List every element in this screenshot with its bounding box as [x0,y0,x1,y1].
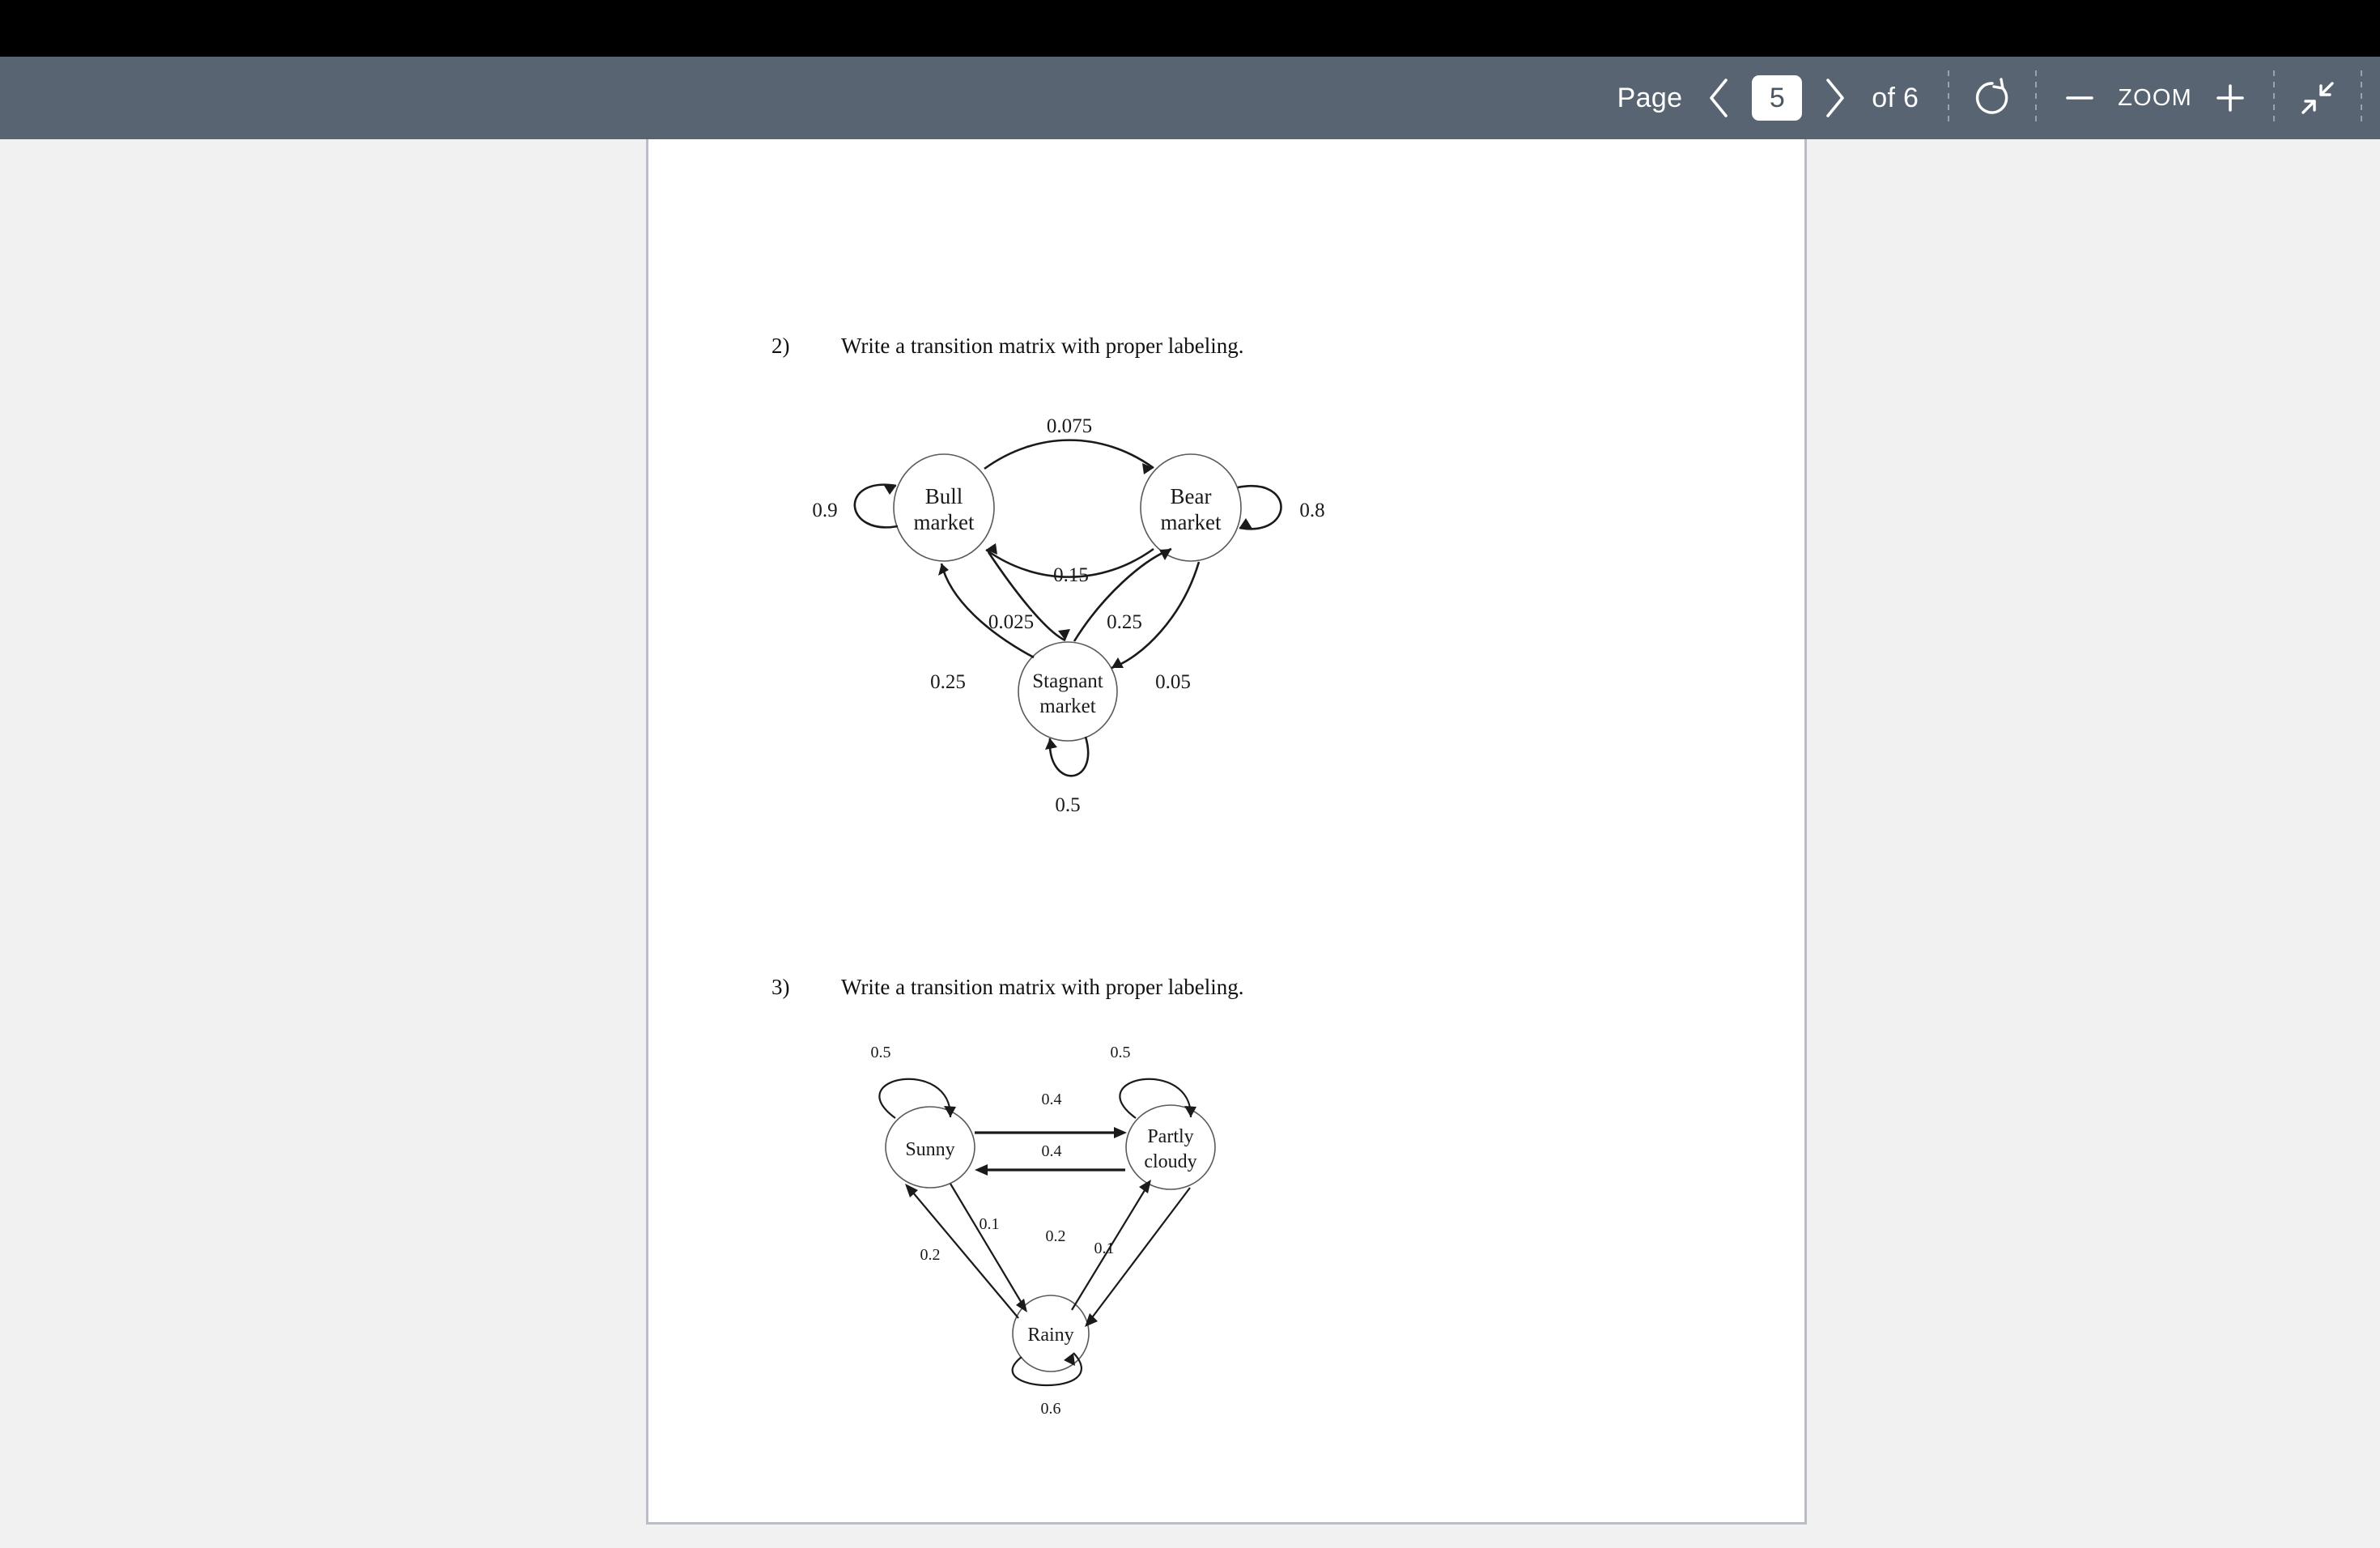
toolbar-divider-3 [2273,70,2275,125]
edge-label-bull-bear: 0.075 [1047,415,1092,437]
arrowhead-stagnant-stagnant [1045,738,1057,750]
edge-label-bull-stagnant: 0.025 [988,611,1034,633]
arrowhead-bear-bear [1239,518,1252,529]
node-partly-label-line1: Partly [1147,1126,1193,1147]
arrowhead-bull-bull [883,484,896,495]
edge-label-bear-stagnant: 0.05 [1155,671,1191,693]
edge-sunny-rainy [950,1183,1026,1309]
minus-icon[interactable] [2055,73,2105,123]
edge-label-stagnant-bear: 0.25 [1107,611,1142,633]
edge-label-bear-bear: 0.8 [1299,500,1324,521]
question-3-number: 3) [771,975,790,999]
arrowhead-stagnant-bull [938,563,949,576]
top-black-bar [0,0,2380,57]
edge-label-rainy-partly: 0.2 [1046,1227,1066,1245]
pdf-viewer-toolbar: Page 5 of 6 ZOOM [0,57,2380,139]
edge-label-sunny-sunny: 0.5 [871,1044,891,1061]
node-sunny-label: Sunny [905,1139,954,1160]
edge-bull-bear [984,439,1154,470]
node-rainy-label: Rainy [1027,1325,1073,1346]
question-3-text: Write a transition matrix with proper la… [841,975,1244,999]
edge-label-bear-bull: 0.15 [1053,564,1089,586]
toolbar-divider-1 [1948,70,1950,125]
toolbar-divider-4 [2361,70,2362,125]
node-partly-label-line2: cloudy [1144,1151,1196,1172]
edge-label-sunny-partly: 0.4 [1042,1091,1062,1108]
node-stagnant-label-line2: market [1039,695,1095,717]
arrowhead-partly-sunny [975,1164,988,1176]
edge-label-partly-partly: 0.5 [1111,1044,1131,1061]
arrowhead-bull-stagnant [1058,629,1070,640]
node-bull-label-line2: market [914,510,975,534]
edge-label-stagnant-bull: 0.25 [930,671,966,693]
arrowhead-sunny-partly [1114,1127,1127,1138]
zoom-label: ZOOM [2118,84,2192,111]
node-partly-cloudy [1125,1104,1216,1190]
document-page: 2) Write a transition matrix with proper… [646,139,1807,1525]
question-2-text: Write a transition matrix with proper la… [841,334,1244,358]
page-number-input[interactable]: 5 [1752,75,1803,121]
chevron-right-icon[interactable] [1810,73,1860,123]
node-bull-label-line1: Bull [925,484,963,508]
edge-stagnant-stagnant [1048,736,1090,777]
edge-label-rainy-rainy: 0.6 [1041,1400,1061,1418]
node-bear-label-line2: market [1161,510,1222,534]
document-viewer[interactable]: 2) Write a transition matrix with proper… [0,139,2380,1548]
edge-label-partly-sunny: 0.4 [1042,1142,1062,1160]
edge-label-bull-bull: 0.9 [812,500,837,521]
edge-label-stagnant-stagnant: 0.5 [1055,794,1080,816]
page-count-label: of 6 [1872,82,1919,113]
rotate-icon[interactable] [1967,73,2017,123]
market-markov-chain-figure: Bull market Bear market Stagnant market … [762,406,1345,827]
question-2-number: 2) [771,334,790,358]
edge-label-sunny-rainy: 0.1 [980,1215,1000,1233]
edge-label-rainy-sunny: 0.2 [920,1246,941,1264]
exit-fullscreen-icon[interactable] [2293,73,2343,123]
node-bear-label-line1: Bear [1171,484,1212,508]
edge-label-partly-rainy: 0.1 [1094,1240,1115,1257]
edge-stagnant-bull [940,563,1035,659]
page-navigation-group: Page 5 of 6 [1606,57,1931,139]
plus-icon[interactable] [2205,73,2255,123]
weather-markov-chain-figure: Sunny Partly cloudy Rainy 0.5 0.4 0.4 0.… [831,1036,1284,1425]
zoom-controls-group: ZOOM [2055,57,2255,139]
node-stagnant-label-line1: Stagnant [1032,670,1103,692]
page-label: Page [1617,82,1683,113]
chevron-left-icon[interactable] [1694,73,1744,123]
toolbar-divider-2 [2035,70,2038,125]
